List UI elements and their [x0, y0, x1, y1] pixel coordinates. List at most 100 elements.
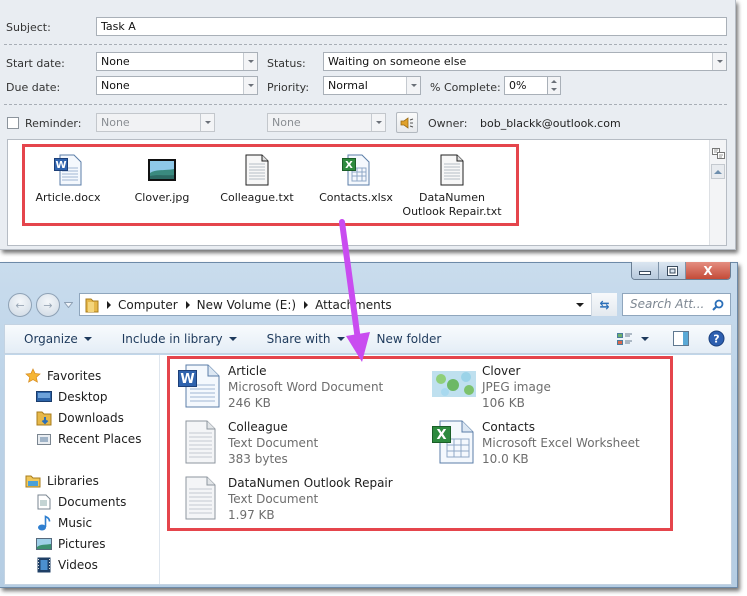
explorer-window: X ← → Computer New Volume (E:) Attachmen… — [0, 262, 738, 588]
nav-label: Videos — [58, 558, 98, 572]
breadcrumb-separator[interactable] — [107, 300, 111, 309]
maximize-icon — [666, 265, 678, 276]
change-view-icon[interactable] — [617, 332, 633, 346]
nav-downloads[interactable]: Downloads — [36, 410, 124, 426]
start-date-label: Start date: — [6, 57, 65, 70]
status-label: Status: — [267, 57, 306, 70]
back-button[interactable]: ← — [8, 293, 32, 317]
nav-label: Libraries — [47, 474, 99, 488]
reminder-sound-button[interactable] — [396, 112, 418, 133]
reminder-checkbox[interactable] — [7, 117, 19, 129]
start-date-value: None — [101, 55, 130, 68]
nav-label: Music — [58, 516, 93, 530]
chevron-down-icon[interactable] — [243, 77, 257, 94]
nav-recent-places[interactable]: Recent Places — [36, 431, 141, 447]
address-history-dropdown-icon[interactable] — [576, 303, 584, 307]
breadcrumb-computer[interactable]: Computer — [118, 298, 178, 312]
nav-label: Recent Places — [58, 432, 142, 446]
subject-input[interactable]: Task A — [96, 17, 727, 36]
nav-pictures[interactable]: Pictures — [36, 536, 106, 552]
view-options-dropdown-icon[interactable] — [641, 336, 649, 341]
breadcrumb-separator[interactable] — [185, 300, 190, 309]
refresh-icon: ⇆ — [599, 297, 610, 312]
separator — [4, 44, 727, 45]
content-area: Favorites Desktop Downloads Recent Place… — [4, 355, 732, 585]
nav-label: Desktop — [58, 390, 108, 404]
outlook-task-form: Subject: Task A Start date: None Due dat… — [0, 0, 736, 250]
chevron-down-icon[interactable] — [712, 53, 726, 70]
due-date-label: Due date: — [6, 81, 61, 94]
highlight-box — [167, 356, 673, 531]
refresh-button[interactable]: ⇆ — [591, 293, 617, 316]
chevron-down-icon — [228, 337, 237, 341]
forward-arrow-icon: → — [43, 298, 53, 312]
priority-dropdown[interactable]: Normal — [323, 76, 421, 95]
search-placeholder: Search Att... — [630, 297, 705, 311]
music-note-icon — [36, 515, 52, 531]
recent-places-icon — [36, 431, 52, 447]
chevron-down-icon — [336, 337, 345, 341]
folder-icon — [85, 298, 99, 312]
breadcrumb-new-volume[interactable]: New Volume (E:) — [197, 298, 296, 312]
organize-menu[interactable]: Organize — [5, 332, 92, 346]
nav-music[interactable]: Music — [36, 515, 92, 531]
reminder-date-value: None — [101, 116, 130, 129]
attachments-scrollbar[interactable] — [709, 140, 726, 245]
chevron-down-icon[interactable] — [243, 53, 257, 70]
priority-value: Normal — [328, 79, 368, 92]
due-date-value: None — [101, 79, 130, 92]
window-controls: X — [631, 262, 731, 280]
preview-pane-icon[interactable] — [673, 331, 689, 346]
pictures-icon — [36, 536, 52, 552]
share-with-menu[interactable]: Share with — [237, 332, 345, 346]
back-arrow-icon: ← — [15, 298, 25, 312]
owner-label: Owner: — [428, 117, 468, 130]
videos-film-icon — [36, 557, 52, 573]
chevron-down-icon[interactable] — [406, 77, 420, 94]
attachment-options-icon[interactable] — [712, 146, 725, 160]
status-dropdown[interactable]: Waiting on someone else — [323, 52, 727, 71]
nav-documents[interactable]: Documents — [36, 494, 126, 510]
reminder-time-dropdown: None — [267, 113, 386, 132]
view-controls: ? — [617, 330, 725, 347]
new-folder-button[interactable]: New folder — [345, 332, 442, 346]
nav-label: Favorites — [47, 369, 102, 383]
downloads-folder-icon — [36, 410, 52, 426]
chevron-down-icon — [371, 114, 385, 131]
search-icon[interactable] — [712, 299, 724, 311]
percent-complete-label: % Complete: — [430, 81, 501, 94]
share-with-label: Share with — [266, 332, 331, 346]
nav-desktop[interactable]: Desktop — [36, 389, 108, 405]
close-button[interactable]: X — [686, 262, 730, 279]
include-in-library-menu[interactable]: Include in library — [92, 332, 237, 346]
help-icon[interactable]: ? — [708, 330, 725, 347]
percent-complete-spinner[interactable] — [547, 76, 561, 95]
breadcrumb-attachments[interactable]: Attachments — [315, 298, 392, 312]
chevron-down-icon — [83, 337, 92, 341]
search-input[interactable]: Search Att... — [622, 293, 731, 316]
breadcrumb-separator[interactable] — [304, 300, 309, 309]
desktop-icon — [36, 389, 52, 405]
nav-libraries[interactable]: Libraries — [25, 473, 99, 489]
nav-favorites[interactable]: Favorites — [25, 368, 101, 384]
chevron-down-icon — [200, 114, 214, 131]
nav-label: Pictures — [58, 537, 106, 551]
due-date-dropdown[interactable]: None — [96, 76, 258, 95]
nav-label: Documents — [58, 495, 127, 509]
forward-button[interactable]: → — [36, 293, 60, 317]
minimize-button[interactable] — [632, 262, 659, 279]
nav-videos[interactable]: Videos — [36, 557, 98, 573]
organize-label: Organize — [24, 332, 78, 346]
maximize-button[interactable] — [659, 262, 686, 279]
priority-label: Priority: — [267, 81, 310, 94]
reminder-date-dropdown: None — [96, 113, 215, 132]
recent-pages-dropdown-icon[interactable] — [64, 302, 73, 308]
spin-up-icon[interactable] — [548, 77, 560, 85]
include-in-library-label: Include in library — [121, 332, 223, 346]
minimize-icon — [639, 270, 651, 275]
address-bar[interactable]: Computer New Volume (E:) Attachments — [79, 293, 617, 316]
start-date-dropdown[interactable]: None — [96, 52, 258, 71]
percent-complete-input[interactable]: 0% — [504, 76, 548, 95]
spin-down-icon[interactable] — [548, 85, 560, 93]
scroll-up-button[interactable] — [711, 164, 725, 179]
